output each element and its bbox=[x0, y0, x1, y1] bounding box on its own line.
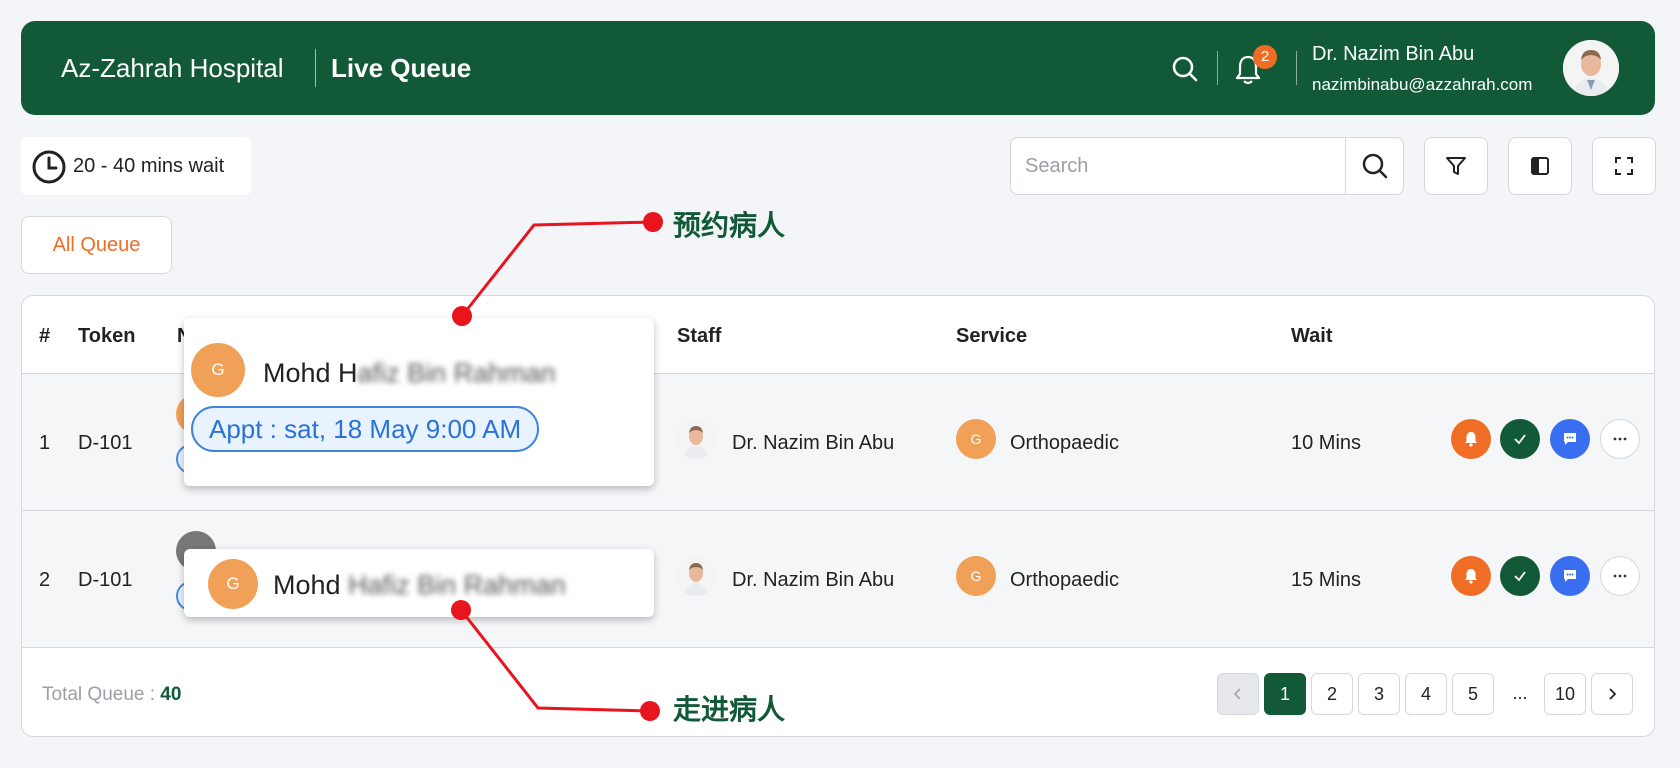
columns-icon bbox=[1531, 157, 1549, 175]
notify-button[interactable] bbox=[1451, 419, 1491, 459]
complete-button[interactable] bbox=[1500, 419, 1540, 459]
token: D-101 bbox=[78, 569, 133, 591]
patient-name-blurred: Hafiz Bin Rahman bbox=[348, 570, 566, 600]
patient-name: Mohd Hafiz Bin Rahman bbox=[273, 570, 566, 601]
wait-time-indicator: 20 - 40 mins wait bbox=[21, 137, 251, 195]
total-queue: Total Queue : 40 bbox=[42, 684, 181, 706]
message-button[interactable] bbox=[1550, 419, 1590, 459]
patient-avatar: G bbox=[208, 559, 258, 609]
service-name: Orthopaedic bbox=[1010, 432, 1119, 454]
more-button[interactable] bbox=[1600, 419, 1640, 459]
prev-page-button[interactable] bbox=[1217, 673, 1259, 715]
row-number: 2 bbox=[39, 569, 51, 591]
patient-name: Mohd Hafiz Bin Rahman bbox=[263, 358, 556, 389]
user-name: Dr. Nazim Bin Abu bbox=[1312, 43, 1475, 65]
search-icon[interactable] bbox=[1171, 55, 1199, 83]
more-button[interactable] bbox=[1600, 556, 1640, 596]
wait-time: 15 Mins bbox=[1291, 569, 1362, 591]
filter-button[interactable] bbox=[1424, 137, 1488, 195]
column-header: Token bbox=[78, 325, 136, 347]
service-avatar: G bbox=[956, 419, 996, 459]
staff-name: Dr. Nazim Bin Abu bbox=[732, 569, 895, 591]
chevron-left-icon bbox=[1233, 688, 1241, 700]
column-header: Service bbox=[956, 325, 1028, 347]
wait-time-text: 20 - 40 mins wait bbox=[73, 155, 225, 177]
more-icon bbox=[1613, 437, 1627, 441]
service-name: Orthopaedic bbox=[1010, 569, 1119, 591]
search-icon bbox=[1362, 153, 1388, 179]
more-icon bbox=[1613, 574, 1627, 578]
bell-icon bbox=[1465, 569, 1477, 584]
staff-name: Dr. Nazim Bin Abu bbox=[732, 432, 895, 454]
page-button[interactable]: 3 bbox=[1358, 673, 1400, 715]
complete-button[interactable] bbox=[1500, 556, 1540, 596]
clock-icon bbox=[32, 150, 66, 184]
walkin-patient-popup: G Mohd Hafiz Bin Rahman bbox=[184, 549, 654, 617]
column-header: Staff bbox=[677, 325, 722, 347]
row-number: 1 bbox=[39, 432, 51, 454]
column-header: Wait bbox=[1291, 325, 1333, 347]
page-button[interactable]: 5 bbox=[1452, 673, 1494, 715]
patient-avatar: G bbox=[191, 343, 245, 397]
message-button[interactable] bbox=[1550, 556, 1590, 596]
search-box bbox=[1010, 137, 1404, 195]
service-avatar: G bbox=[956, 556, 996, 596]
app-header: Az-Zahrah Hospital Live Queue 2 Dr. Nazi… bbox=[21, 21, 1655, 115]
annotation-appointment-label: 预约病人 bbox=[673, 209, 786, 242]
wait-time: 10 Mins bbox=[1291, 432, 1362, 454]
check-icon bbox=[1514, 571, 1526, 582]
next-page-button[interactable] bbox=[1591, 673, 1633, 715]
staff-avatar bbox=[676, 419, 716, 459]
page-button[interactable]: 10 bbox=[1544, 673, 1586, 715]
patient-name-visible: Mohd bbox=[273, 570, 349, 600]
filter-icon bbox=[1446, 157, 1466, 175]
fullscreen-button[interactable] bbox=[1592, 137, 1656, 195]
hospital-name: Az-Zahrah Hospital bbox=[61, 53, 284, 83]
notification-badge: 2 bbox=[1253, 45, 1277, 69]
search-input[interactable] bbox=[1011, 138, 1343, 194]
token: D-101 bbox=[78, 432, 133, 454]
column-header: # bbox=[39, 325, 51, 347]
staff-avatar bbox=[676, 556, 716, 596]
appointment-badge: Appt : sat, 18 May 9:00 AM bbox=[191, 406, 540, 452]
column-toggle-button[interactable] bbox=[1508, 137, 1572, 195]
header-divider bbox=[315, 49, 316, 87]
notify-button[interactable] bbox=[1451, 556, 1491, 596]
patient-name-blurred: afiz Bin Rahman bbox=[357, 358, 556, 388]
page-button[interactable]: 1 bbox=[1264, 673, 1306, 715]
header-divider bbox=[1217, 51, 1218, 85]
page-button[interactable]: 2 bbox=[1311, 673, 1353, 715]
total-queue-label: Total Queue : bbox=[42, 684, 161, 705]
bell-icon bbox=[1465, 432, 1477, 447]
page-title: Live Queue bbox=[331, 53, 472, 83]
annotation-walkin-label: 走进病人 bbox=[673, 693, 786, 726]
search-button[interactable] bbox=[1345, 138, 1404, 194]
appointment-patient-popup: G Mohd Hafiz Bin Rahman Appt : sat, 18 M… bbox=[184, 318, 654, 486]
chevron-right-icon bbox=[1609, 688, 1617, 700]
avatar[interactable] bbox=[1563, 40, 1619, 96]
total-queue-count: 40 bbox=[160, 684, 182, 705]
fullscreen-icon bbox=[1615, 157, 1633, 175]
chat-icon bbox=[1564, 433, 1576, 445]
check-icon bbox=[1514, 434, 1526, 445]
user-email: nazimbinabu@azzahrah.com bbox=[1312, 75, 1533, 94]
page-button[interactable]: 4 bbox=[1405, 673, 1447, 715]
header-divider bbox=[1296, 51, 1297, 85]
tab-all-queue[interactable]: All Queue bbox=[21, 216, 172, 274]
patient-name-visible: Mohd H bbox=[263, 358, 358, 388]
chat-icon bbox=[1564, 570, 1576, 582]
page-ellipsis: ... bbox=[1512, 683, 1528, 703]
